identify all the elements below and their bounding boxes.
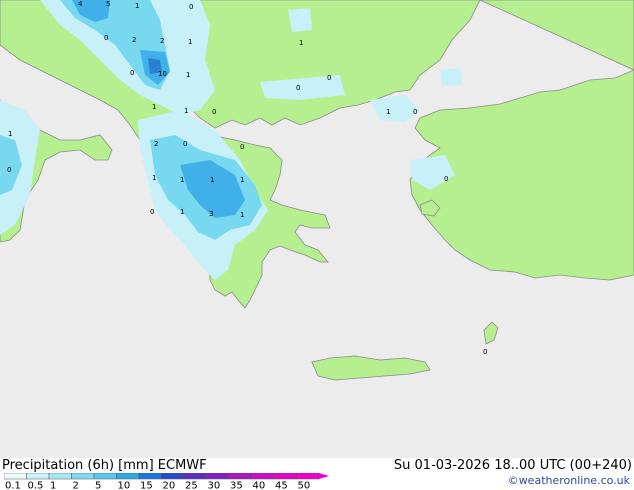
map-title: Precipitation (6h) [mm] ECMWF (2, 458, 207, 473)
map-value-label: 2 (132, 36, 136, 44)
precipitation-map: 4 5 1 02 2 10100 11 01101 02 0 0101 1 1310 1 1000 (0, 0, 634, 458)
map-value-label: 4 (78, 0, 83, 8)
legend-swatch (296, 473, 320, 480)
map-value-label: 0 (296, 84, 300, 92)
map-value-label: 5 (106, 0, 110, 8)
legend-swatch (93, 473, 117, 480)
map-value-label: 2 (160, 37, 164, 45)
legend-label: 0.5 (28, 481, 44, 490)
credit-link[interactable]: ©weatheronline.co.uk (508, 474, 630, 487)
map-value-label: 2 (154, 140, 158, 148)
legend-swatch (116, 473, 140, 480)
precipitation-legend: 0.1 0.5 1 2 5 10 15 20 25 30 35 40 45 50 (4, 473, 329, 490)
legend-label: 40 (253, 481, 266, 490)
map-value-label: 1 (299, 39, 303, 47)
legend-label: 25 (185, 481, 198, 490)
legend-label: 35 (230, 481, 243, 490)
legend-label: 15 (140, 481, 153, 490)
legend-label: 45 (275, 481, 288, 490)
map-value-label: 0 (130, 69, 134, 77)
map-value-label: 0 (150, 208, 154, 216)
legend-label: 20 (163, 481, 176, 490)
legend-swatch (183, 473, 207, 480)
map-value-label: 0 (444, 175, 448, 183)
legend-swatch (4, 473, 27, 480)
map-value-label: 1 (240, 211, 244, 219)
map-value-label: 1 (152, 103, 156, 111)
legend-label: 50 (298, 481, 311, 490)
legend-swatch (26, 473, 50, 480)
legend-label: 5 (95, 481, 101, 490)
map-value-label: 0 (327, 74, 331, 82)
legend-label: 1 (50, 481, 56, 490)
map-timestamp: Su 01-03-2026 18..00 UTC (00+240) (393, 458, 632, 473)
map-value-label: 0 (183, 140, 187, 148)
map-value-label: 10 (158, 70, 167, 78)
legend-arrow (319, 473, 329, 479)
legend-swatch (206, 473, 230, 480)
map-value-label: 3 (209, 210, 213, 218)
legend-swatches (4, 473, 329, 480)
map-value-label: 0 (7, 166, 11, 174)
legend-label: 10 (118, 481, 131, 490)
map-value-label: 1 (8, 130, 12, 138)
map-value-label: 0 (189, 3, 193, 11)
map-value-label: 1 (240, 176, 244, 184)
legend-swatch (228, 473, 252, 480)
map-value-label: 0 (104, 34, 108, 42)
legend-labels: 0.1 0.5 1 2 5 10 15 20 25 30 35 40 45 50 (5, 481, 310, 490)
legend-swatch (71, 473, 95, 480)
footer: Precipitation (6h) [mm] ECMWF Su 01-03-2… (0, 458, 634, 490)
legend-label: 0.1 (5, 481, 21, 490)
legend-label: 30 (208, 481, 221, 490)
legend-swatch (48, 473, 72, 480)
map-value-label: 1 (135, 2, 139, 10)
map-value-label: 1 (180, 208, 184, 216)
map-value-label: 0 (483, 348, 487, 356)
legend-swatch (251, 473, 275, 480)
legend-label: 2 (73, 481, 79, 490)
map-value-label: 1 (186, 71, 190, 79)
legend-swatch (138, 473, 162, 480)
map-value-label: 1 (386, 108, 390, 116)
map-value-label: 0 (413, 108, 417, 116)
map-value-label: 1 (184, 107, 188, 115)
map-value-label: 1 (180, 176, 184, 184)
map-value-label: 0 (212, 108, 216, 116)
legend-swatch (161, 473, 185, 480)
map-value-label: 1 (210, 176, 214, 184)
map-value-label: 1 (188, 38, 192, 46)
legend-swatch (273, 473, 297, 480)
map-value-label: 1 (152, 174, 156, 182)
map-value-label: 0 (240, 143, 244, 151)
